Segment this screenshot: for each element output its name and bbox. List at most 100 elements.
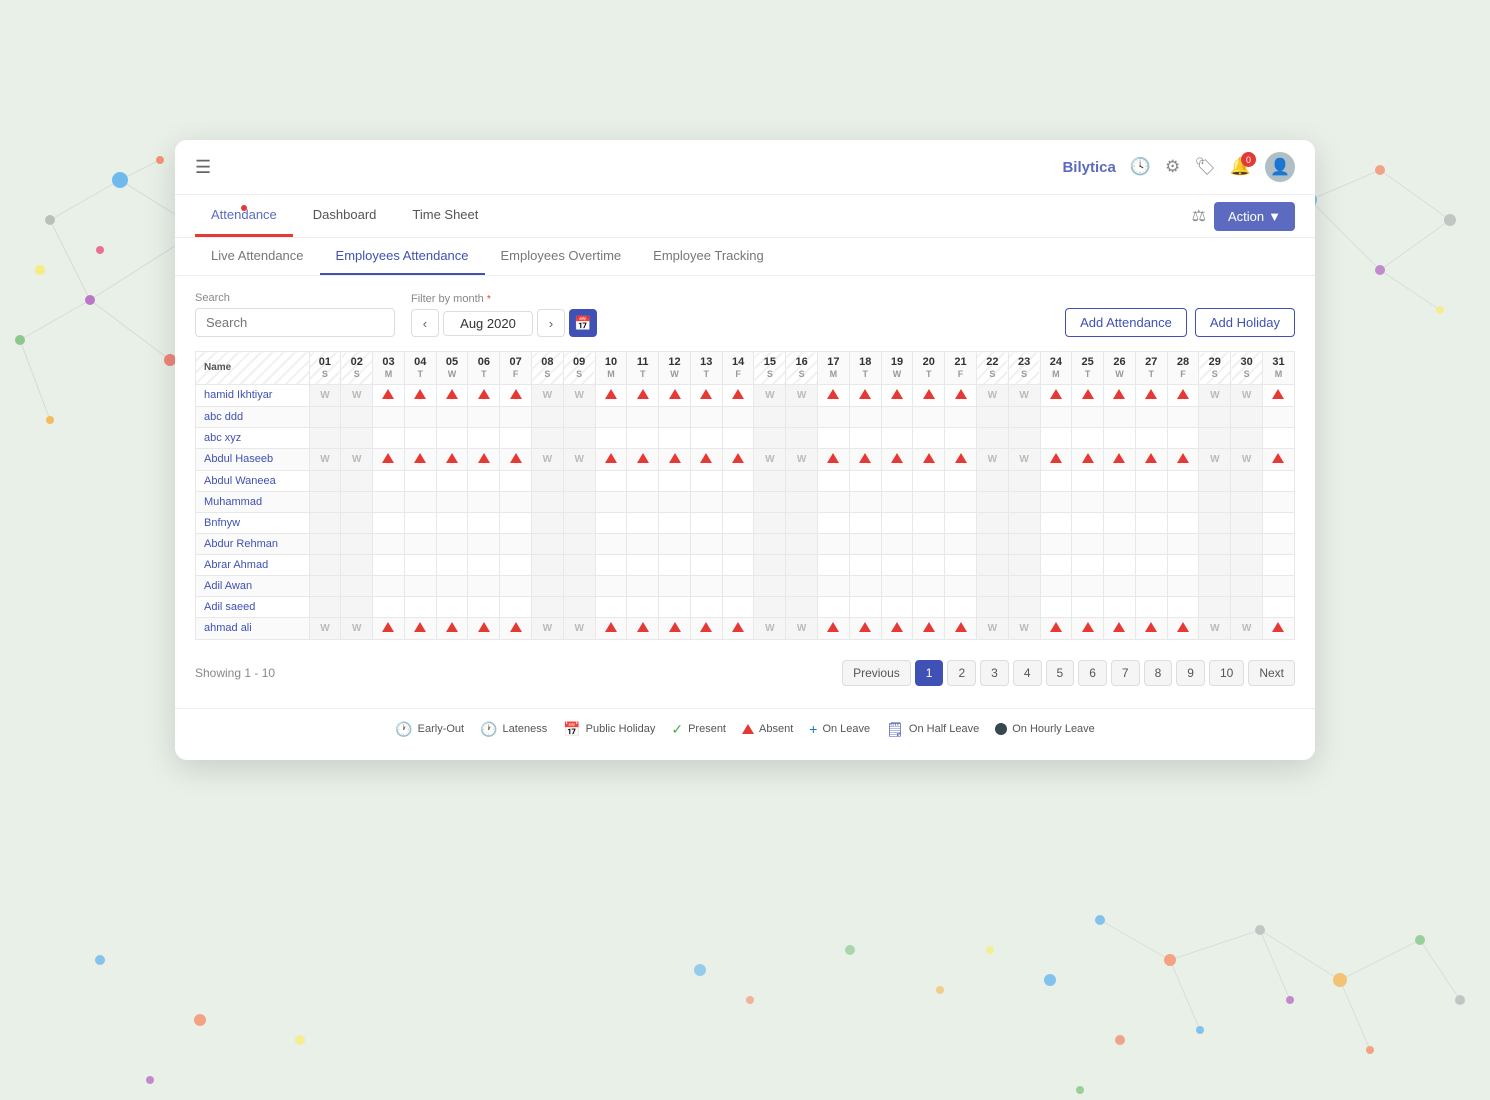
attendance-cell[interactable] <box>1262 512 1294 533</box>
attendance-cell[interactable] <box>1262 491 1294 512</box>
attendance-cell[interactable] <box>1104 427 1136 448</box>
attendance-cell[interactable] <box>468 448 500 470</box>
attendance-cell[interactable] <box>436 554 468 575</box>
attendance-cell[interactable] <box>913 427 945 448</box>
attendance-cell[interactable] <box>659 427 691 448</box>
attendance-cell[interactable] <box>1104 554 1136 575</box>
attendance-cell[interactable] <box>436 512 468 533</box>
attendance-cell[interactable] <box>1231 427 1263 448</box>
attendance-cell[interactable] <box>373 575 405 596</box>
attendance-cell[interactable] <box>341 470 373 491</box>
attendance-cell[interactable] <box>627 406 659 427</box>
attendance-cell[interactable] <box>754 575 786 596</box>
attendance-cell[interactable] <box>913 617 945 639</box>
attendance-cell[interactable] <box>404 554 436 575</box>
pagination-page-6[interactable]: 6 <box>1078 660 1107 686</box>
attendance-cell[interactable] <box>1135 470 1167 491</box>
attendance-cell[interactable] <box>468 491 500 512</box>
attendance-cell[interactable] <box>1072 448 1104 470</box>
attendance-cell[interactable] <box>1104 533 1136 554</box>
attendance-cell[interactable]: W <box>532 384 564 406</box>
sub-tab-live[interactable]: Live Attendance <box>195 238 320 275</box>
pagination-page-9[interactable]: 9 <box>1176 660 1205 686</box>
attendance-cell[interactable] <box>818 406 850 427</box>
attendance-cell[interactable] <box>1135 596 1167 617</box>
attendance-cell[interactable] <box>468 617 500 639</box>
attendance-cell[interactable] <box>754 427 786 448</box>
attendance-cell[interactable] <box>1072 491 1104 512</box>
action-button[interactable]: Action ▼ <box>1214 202 1295 231</box>
attendance-cell[interactable] <box>1231 596 1263 617</box>
attendance-cell[interactable] <box>532 491 564 512</box>
attendance-cell[interactable] <box>468 512 500 533</box>
attendance-cell[interactable] <box>1104 448 1136 470</box>
attendance-cell[interactable] <box>1008 596 1040 617</box>
attendance-cell[interactable] <box>1040 491 1072 512</box>
attendance-cell[interactable] <box>468 406 500 427</box>
attendance-cell[interactable] <box>1040 554 1072 575</box>
attendance-cell[interactable] <box>1040 448 1072 470</box>
attendance-cell[interactable] <box>786 554 818 575</box>
attendance-cell[interactable] <box>1104 384 1136 406</box>
attendance-cell[interactable] <box>595 533 627 554</box>
attendance-cell[interactable] <box>532 470 564 491</box>
attendance-cell[interactable] <box>818 512 850 533</box>
attendance-cell[interactable]: W <box>309 384 341 406</box>
attendance-cell[interactable] <box>1167 617 1199 639</box>
attendance-cell[interactable] <box>595 575 627 596</box>
attendance-cell[interactable] <box>690 384 722 406</box>
attendance-cell[interactable] <box>1008 470 1040 491</box>
attendance-cell[interactable] <box>690 575 722 596</box>
attendance-cell[interactable] <box>722 406 754 427</box>
attendance-cell[interactable] <box>563 427 595 448</box>
attendance-cell[interactable] <box>309 596 341 617</box>
attendance-cell[interactable] <box>1008 533 1040 554</box>
attendance-cell[interactable] <box>690 617 722 639</box>
attendance-cell[interactable]: W <box>563 617 595 639</box>
attendance-cell[interactable] <box>500 554 532 575</box>
attendance-cell[interactable] <box>818 533 850 554</box>
attendance-cell[interactable] <box>849 596 881 617</box>
pagination-page-8[interactable]: 8 <box>1144 660 1173 686</box>
attendance-cell[interactable] <box>468 596 500 617</box>
search-input[interactable] <box>195 308 395 337</box>
attendance-cell[interactable] <box>1231 554 1263 575</box>
attendance-cell[interactable] <box>404 427 436 448</box>
attendance-cell[interactable] <box>722 617 754 639</box>
attendance-cell[interactable] <box>436 617 468 639</box>
attendance-cell[interactable] <box>1199 470 1231 491</box>
month-next-button[interactable]: › <box>537 309 565 337</box>
attendance-cell[interactable]: W <box>786 448 818 470</box>
attendance-cell[interactable] <box>849 470 881 491</box>
attendance-cell[interactable] <box>945 448 977 470</box>
month-prev-button[interactable]: ‹ <box>411 309 439 337</box>
attendance-cell[interactable] <box>1008 491 1040 512</box>
attendance-cell[interactable] <box>976 512 1008 533</box>
attendance-cell[interactable] <box>595 554 627 575</box>
attendance-cell[interactable] <box>690 491 722 512</box>
attendance-cell[interactable] <box>1072 575 1104 596</box>
attendance-cell[interactable] <box>881 512 913 533</box>
attendance-cell[interactable] <box>659 406 691 427</box>
attendance-cell[interactable] <box>976 406 1008 427</box>
attendance-cell[interactable] <box>1008 554 1040 575</box>
add-holiday-button[interactable]: Add Holiday <box>1195 308 1295 337</box>
attendance-cell[interactable] <box>754 470 786 491</box>
attendance-cell[interactable]: W <box>976 448 1008 470</box>
attendance-cell[interactable]: W <box>786 384 818 406</box>
attendance-cell[interactable] <box>976 491 1008 512</box>
attendance-cell[interactable] <box>1072 406 1104 427</box>
attendance-cell[interactable] <box>373 491 405 512</box>
attendance-cell[interactable] <box>1135 448 1167 470</box>
attendance-cell[interactable] <box>818 554 850 575</box>
attendance-cell[interactable] <box>595 491 627 512</box>
attendance-cell[interactable] <box>1199 554 1231 575</box>
attendance-cell[interactable] <box>436 406 468 427</box>
attendance-cell[interactable] <box>881 491 913 512</box>
attendance-cell[interactable] <box>818 427 850 448</box>
attendance-cell[interactable]: W <box>1231 448 1263 470</box>
attendance-cell[interactable] <box>1262 406 1294 427</box>
sub-tab-overtime[interactable]: Employees Overtime <box>485 238 638 275</box>
attendance-cell[interactable] <box>659 617 691 639</box>
attendance-cell[interactable] <box>627 512 659 533</box>
